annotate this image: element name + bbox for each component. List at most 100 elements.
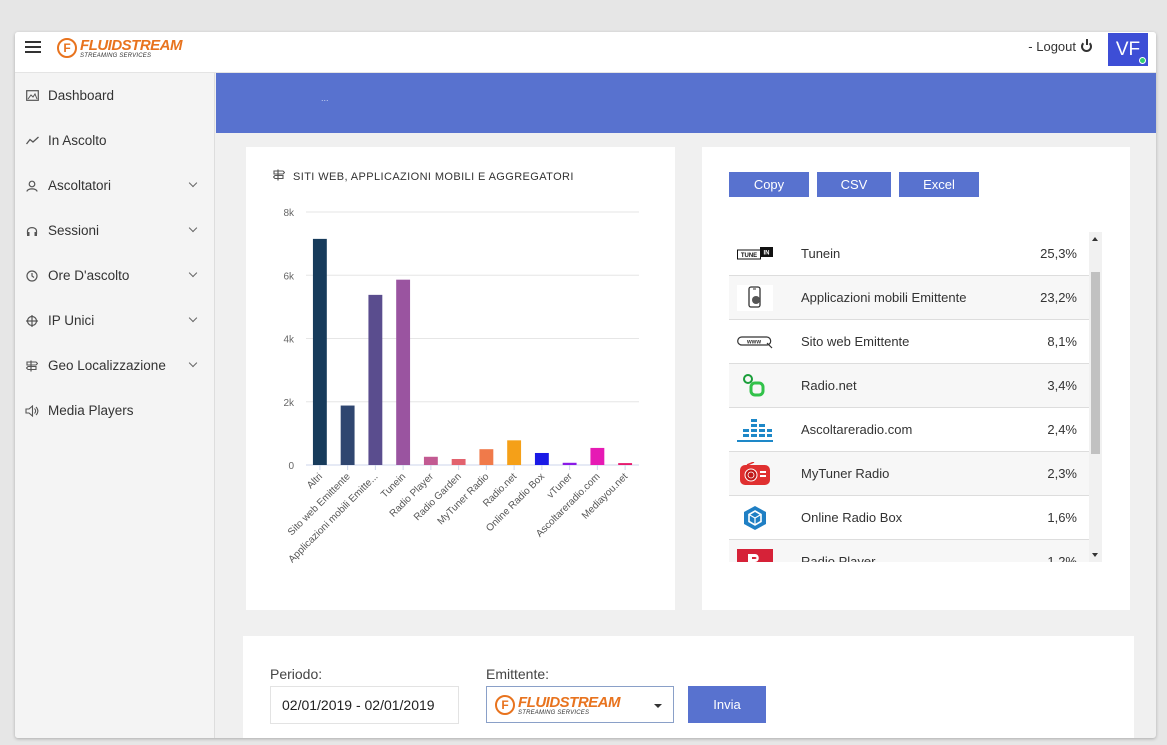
chart-bar — [312, 238, 327, 465]
chart-bar — [423, 456, 438, 465]
sidebar-item-label: Media Players — [48, 403, 134, 418]
sidebar-item-media-players[interactable]: Media Players — [15, 388, 214, 433]
period-value: 02/01/2019 - 02/01/2019 — [282, 697, 435, 713]
ascoltareradio-icon — [737, 417, 773, 443]
chart-bar — [340, 405, 355, 465]
row-name: Ascoltareradio.com — [801, 422, 913, 437]
scroll-thumb[interactable] — [1091, 272, 1100, 454]
chevron-down-icon — [188, 178, 198, 188]
table-row[interactable]: www Sito web Emittente 8,1% — [729, 320, 1089, 364]
chart-bar — [562, 462, 577, 465]
csv-button[interactable]: CSV — [817, 172, 891, 197]
tunein-icon: TUNE IN — [737, 241, 773, 267]
power-icon — [1081, 39, 1092, 52]
station-label: Emittente: — [486, 666, 550, 682]
brand-title: FLUIDSTREAM — [80, 36, 183, 54]
submit-button[interactable]: Invia — [688, 686, 766, 723]
filter-form: Periodo: 02/01/2019 - 02/01/2019 Emitten… — [243, 636, 1134, 738]
chart-bar — [618, 463, 633, 465]
logout-link[interactable]: - Logout — [1028, 39, 1092, 54]
y-tick-label: 4k — [283, 335, 295, 346]
table-row[interactable]: Online Radio Box 1,6% — [729, 496, 1089, 540]
sidebar-item-label: Ore D'ascolto — [48, 268, 130, 283]
radio-net-icon — [737, 373, 773, 399]
row-name: Online Radio Box — [801, 510, 903, 525]
y-tick-label: 6k — [283, 271, 295, 282]
headphones-icon — [25, 224, 39, 238]
trend-line-icon — [25, 134, 39, 148]
sidebar-item-in-ascolto[interactable]: In Ascolto — [15, 118, 214, 163]
chart-bar — [479, 449, 494, 465]
station-select[interactable]: F FLUIDSTREAM STREAMING SERVICES — [486, 686, 674, 723]
row-name: Radio Player — [801, 554, 876, 562]
row-name: Tunein — [801, 246, 841, 261]
online-radio-box-icon — [737, 505, 773, 531]
scroll-down-icon[interactable] — [1092, 553, 1098, 557]
period-label: Periodo: — [270, 666, 323, 682]
sidebar-item-sessioni[interactable]: Sessioni — [15, 208, 214, 253]
user-avatar[interactable]: VF — [1108, 33, 1148, 66]
row-percent: 1,2% — [1047, 554, 1077, 562]
bar-chart: 02k4k6k8kAltriSito web EmittenteApplicaz… — [283, 208, 639, 565]
station-logo-mark: F — [495, 695, 515, 715]
table-row[interactable]: Radio.net 3,4% — [729, 364, 1089, 408]
chevron-down-icon — [188, 358, 198, 368]
sidebar-item-ip-unici[interactable]: IP Unici — [15, 298, 214, 343]
sidebar-item-label: Ascoltatori — [48, 178, 112, 193]
row-percent: 23,2% — [1040, 290, 1077, 305]
sidebar-item-label: IP Unici — [48, 313, 95, 328]
sidebar-item-geo-localizzazione[interactable]: Geo Localizzazione — [15, 343, 214, 388]
table-row[interactable]: Radio Player 1,2% — [729, 540, 1089, 562]
www-icon: www — [737, 329, 773, 355]
caret-down-icon — [654, 704, 662, 708]
y-tick-label: 8k — [283, 208, 295, 219]
speaker-icon — [25, 404, 39, 418]
y-tick-label: 2k — [283, 398, 295, 409]
station-subtitle: STREAMING SERVICES — [518, 709, 590, 716]
svg-text:IN: IN — [764, 250, 770, 256]
table-row[interactable]: MyTuner Radio 2,3% — [729, 452, 1089, 496]
copy-button[interactable]: Copy — [729, 172, 809, 197]
user-icon — [25, 179, 39, 193]
chart-bar — [534, 452, 549, 465]
chevron-down-icon — [188, 223, 198, 233]
table-row[interactable]: Ascoltareradio.com 2,4% — [729, 408, 1089, 452]
sidebar-item-ascoltatori[interactable]: Ascoltatori — [15, 163, 214, 208]
sidebar-item-dashboard[interactable]: Dashboard — [15, 73, 214, 118]
sidebar-item-ore-ascolto[interactable]: Ore D'ascolto — [15, 253, 214, 298]
clock-icon — [25, 269, 39, 283]
mobile-app-icon — [737, 284, 773, 311]
row-name: Sito web Emittente — [801, 334, 910, 349]
crosshair-icon — [25, 314, 39, 328]
banner-text: ... — [321, 93, 329, 103]
list-card: Copy CSV Excel TUNE IN Tunein 25,3% Appli… — [702, 147, 1130, 610]
row-percent: 25,3% — [1040, 246, 1077, 261]
sidebar-item-label: Sessioni — [48, 223, 100, 238]
row-percent: 2,4% — [1047, 422, 1077, 437]
period-input[interactable]: 02/01/2019 - 02/01/2019 — [270, 686, 459, 724]
row-name: MyTuner Radio — [801, 466, 890, 481]
chart-bar — [396, 279, 411, 465]
chart-bar — [451, 458, 466, 465]
scroll-up-icon[interactable] — [1092, 237, 1098, 241]
online-status-dot — [1139, 57, 1146, 64]
station-logo: F FLUIDSTREAM STREAMING SERVICES — [495, 692, 621, 718]
sidebar-item-label: Geo Localizzazione — [48, 358, 166, 373]
brand-logo[interactable]: F FLUIDSTREAM STREAMING SERVICES — [57, 35, 183, 61]
x-tick-label: Altri — [305, 471, 325, 491]
table-row[interactable]: Applicazioni mobili Emittente 23,2% — [729, 276, 1089, 320]
chart-bar — [507, 440, 522, 465]
sidebar-item-label: In Ascolto — [48, 133, 107, 148]
menu-toggle-icon[interactable] — [25, 41, 41, 55]
mytuner-icon — [737, 461, 773, 487]
sources-table: TUNE IN Tunein 25,3% Applicazioni mobili … — [729, 232, 1089, 562]
chevron-down-icon — [188, 313, 198, 323]
export-buttons: Copy CSV Excel — [729, 172, 979, 197]
list-scrollbar[interactable] — [1089, 232, 1102, 562]
excel-button[interactable]: Excel — [899, 172, 979, 197]
image-icon — [25, 89, 39, 103]
signpost-icon — [25, 359, 39, 373]
table-row[interactable]: TUNE IN Tunein 25,3% — [729, 232, 1089, 276]
avatar-initials: VF — [1115, 38, 1141, 60]
svg-text:TUNE: TUNE — [741, 253, 757, 259]
